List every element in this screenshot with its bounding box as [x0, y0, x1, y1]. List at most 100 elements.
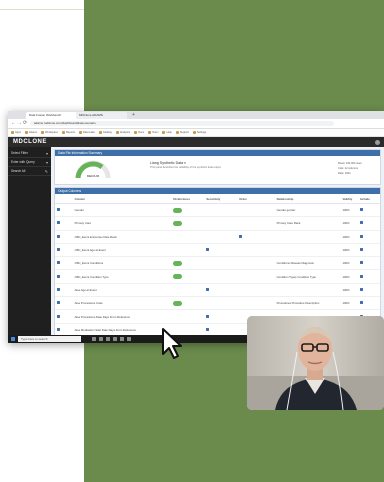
status-toggle[interactable] [173, 207, 183, 213]
include-checkbox[interactable] [360, 301, 364, 305]
status-toggle[interactable] [173, 300, 183, 306]
table-row[interactable]: CBC_Event Encounter Date Rank 100% [55, 230, 380, 244]
bookmark-item[interactable]: Help [162, 131, 172, 134]
sidebar-item-label: Search All [11, 169, 26, 173]
bookmark-icon [98, 131, 102, 134]
table-cell [204, 323, 238, 335]
taskbar-app-icon[interactable] [120, 337, 124, 341]
include-checkbox[interactable] [360, 234, 364, 238]
taskbar-app-icon[interactable] [92, 337, 96, 341]
bookmark-item[interactable]: Analytics [115, 131, 131, 134]
table-row[interactable]: CBC_Event Condition Type Condition Types … [55, 269, 380, 284]
validity-cell: 100% [340, 230, 359, 244]
row-checkbox[interactable] [57, 208, 60, 212]
table-cell [204, 203, 238, 218]
bookmark-icon [192, 131, 196, 134]
gauge-label: MEDIUM [87, 174, 100, 178]
cell-marker-icon[interactable] [206, 248, 210, 252]
bookmark-item[interactable]: Team [148, 131, 158, 134]
bookmark-item[interactable]: Apps [11, 131, 21, 134]
bookmark-item[interactable]: Adams [24, 131, 37, 134]
browser-tab-1[interactable]: Data Fusion Workbench [26, 112, 77, 119]
table-row[interactable]: Aloe Age at Event 100% [55, 283, 380, 298]
sidebar-item[interactable]: Select Filter ▾ [8, 149, 51, 158]
cell-marker-icon[interactable] [206, 287, 210, 291]
row-checkbox-cell [55, 323, 73, 335]
table-row[interactable]: CBC_Event Conditions Conditions Disease D… [55, 256, 380, 271]
table-row[interactable]: Primary Care Primary Care Rank 100% [55, 216, 380, 231]
cell-marker-icon[interactable] [206, 327, 210, 331]
include-cell [358, 256, 380, 271]
bookmark-icon [41, 131, 44, 134]
table-row[interactable]: Aloe Procedures Code Procedures Procedure… [55, 296, 380, 311]
row-checkbox-cell [55, 243, 73, 258]
relationship-cell [274, 243, 341, 258]
columns-table: Column Distinctness Sensitivity Order Relati… [55, 194, 380, 335]
table-cell [204, 243, 238, 258]
distinctness-cell [171, 283, 205, 298]
table-row[interactable]: Gender Gender gender 100% [55, 203, 380, 218]
include-checkbox[interactable] [360, 261, 364, 265]
cell-marker-icon[interactable] [206, 314, 210, 318]
bookmark-label: Analytics [119, 131, 131, 134]
cell-marker-icon[interactable] [239, 234, 243, 238]
nav-buttons-icon[interactable]: ←→⟳ [11, 120, 28, 126]
validity-cell: 100% [340, 283, 359, 298]
include-checkbox[interactable] [360, 221, 364, 225]
row-checkbox[interactable] [57, 287, 60, 291]
validity-cell: 100% [340, 243, 359, 258]
validity-cell: 100% [340, 296, 359, 311]
row-checkbox[interactable] [57, 261, 60, 265]
row-checkbox[interactable] [57, 248, 60, 252]
browser-tab-2[interactable]: MDClone ADAMS [76, 112, 127, 119]
table-cell [237, 296, 275, 311]
bookmark-item[interactable]: Workspace [41, 131, 58, 134]
row-checkbox[interactable] [57, 314, 60, 318]
include-checkbox[interactable] [360, 208, 364, 212]
taskbar-search-input[interactable]: Type here to search [18, 336, 81, 342]
table-cell [237, 283, 275, 298]
bookmark-item[interactable]: Reports [61, 131, 75, 134]
bookmark-item[interactable]: Settings [192, 131, 206, 134]
row-checkbox[interactable] [57, 327, 60, 331]
status-toggle[interactable] [173, 274, 183, 280]
taskbar-app-icon[interactable] [106, 337, 110, 341]
bookmark-label: Data Lake [83, 131, 95, 134]
sidebar-item[interactable]: Enter with Query ▾ [8, 158, 51, 167]
bookmark-item[interactable]: Docs [134, 131, 144, 134]
bookmark-item[interactable]: Support [175, 131, 189, 134]
bookmark-item[interactable]: Catalog [98, 131, 112, 134]
relationship-cell [274, 283, 341, 298]
column-name: CBC_Event Conditions [72, 256, 172, 271]
bookmark-icon [115, 131, 119, 134]
windows-start-icon[interactable] [11, 337, 15, 341]
new-tab-icon[interactable]: + [132, 112, 135, 118]
bookmark-icon [134, 131, 138, 134]
row-checkbox[interactable] [57, 234, 60, 238]
status-toggle[interactable] [173, 260, 183, 266]
status-toggle[interactable] [173, 220, 183, 226]
bookmark-icon [24, 131, 28, 134]
column-name: Gender [72, 203, 172, 218]
row-checkbox[interactable] [57, 221, 60, 225]
relationship-cell: Condition Types Condition Type [274, 269, 341, 284]
bookmark-icon [79, 131, 83, 134]
taskbar-app-icon[interactable] [99, 337, 103, 341]
bookmark-icon [61, 131, 65, 134]
row-checkbox[interactable] [57, 301, 60, 305]
sidebar-item[interactable]: Search All ✎ [8, 167, 51, 176]
bookmark-item[interactable]: Data Lake [79, 131, 95, 134]
taskbar-app-icon[interactable] [127, 337, 131, 341]
mouse-pointer-icon [162, 328, 182, 359]
include-checkbox[interactable] [360, 274, 364, 278]
taskbar-app-icon[interactable] [113, 337, 117, 341]
include-checkbox[interactable] [360, 248, 364, 252]
url-input[interactable]: adams.mdclone.com/dashboard/data-scenari… [30, 121, 334, 126]
row-checkbox[interactable] [57, 274, 60, 278]
table-row[interactable]: CBC_Event Age at Event 100% [55, 243, 380, 258]
bookmark-label: Team [152, 131, 159, 134]
taskbar-apps [92, 337, 131, 341]
include-checkbox[interactable] [360, 287, 364, 291]
user-avatar-icon[interactable] [375, 140, 380, 145]
distinctness-cell [171, 230, 205, 244]
